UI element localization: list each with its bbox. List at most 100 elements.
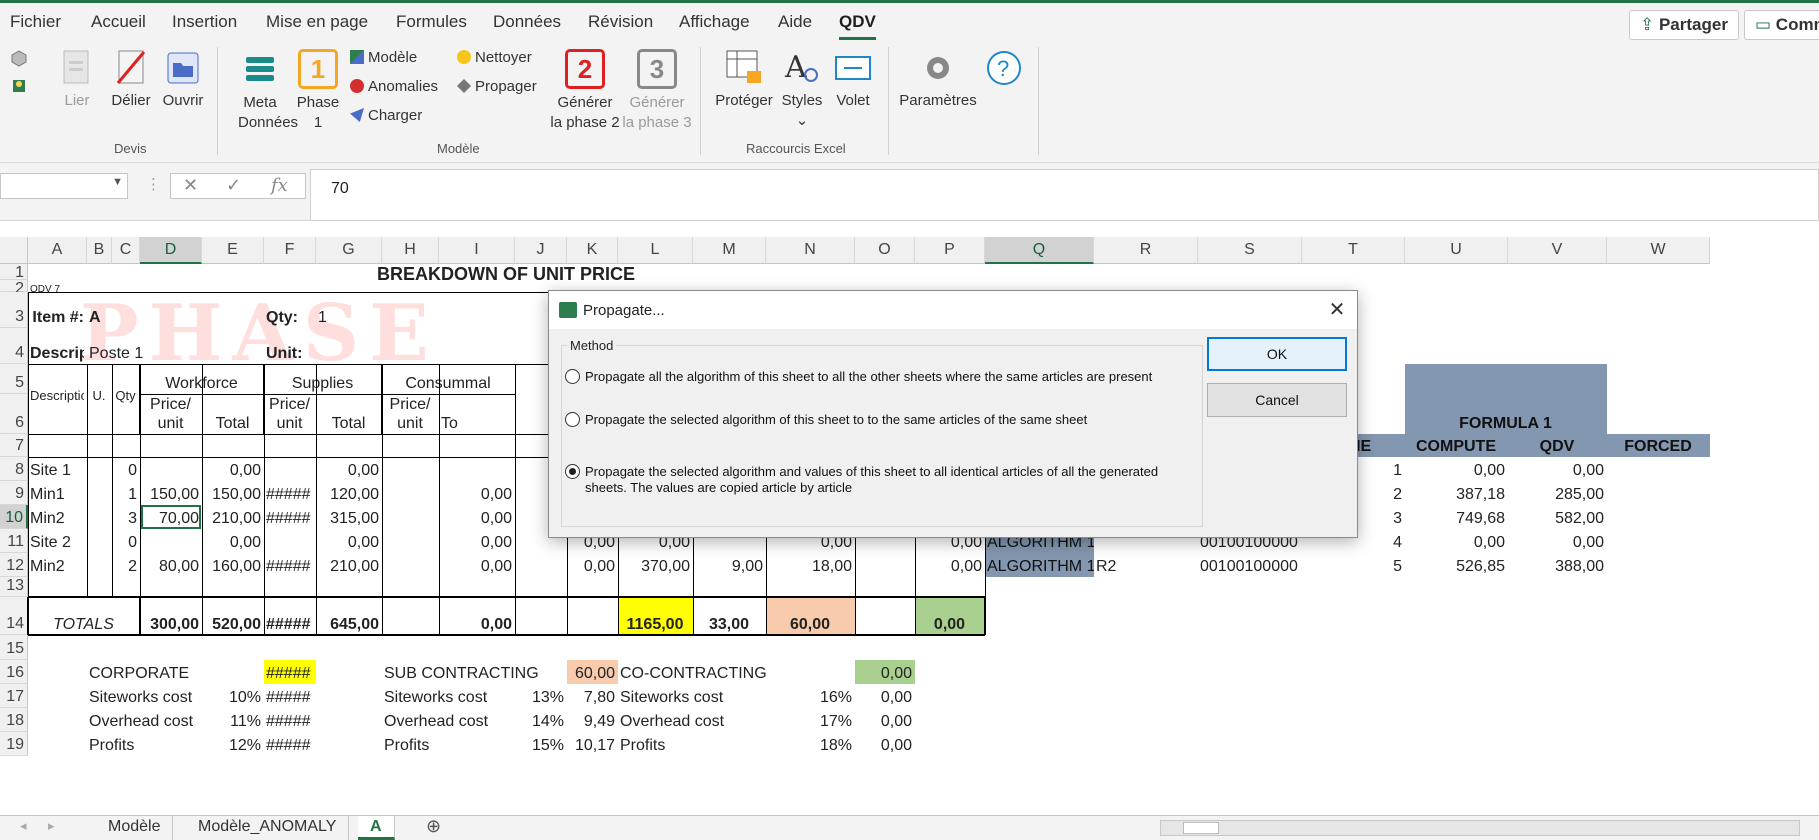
totals-i[interactable]: 0,00	[384, 597, 512, 635]
corporate-val[interactable]: #####	[266, 708, 313, 732]
profits-label[interactable]: Profits	[89, 732, 199, 756]
row-qdv[interactable]: 0,00	[1510, 457, 1604, 481]
person-icon[interactable]	[10, 77, 28, 101]
subcontracting-value[interactable]: 60,00	[567, 660, 618, 684]
corporate-val[interactable]: #####	[266, 732, 313, 756]
share-button[interactable]: ⇪ Partager	[1629, 10, 1739, 40]
total-header[interactable]: Total	[318, 394, 379, 434]
forced-header[interactable]: FORCED	[1607, 434, 1710, 457]
item-label[interactable]: Item #:	[30, 292, 84, 328]
row-qdv[interactable]: 388,00	[1510, 553, 1604, 577]
column-header-h[interactable]: H	[382, 237, 439, 264]
select-all-corner[interactable]	[0, 237, 28, 264]
row-header-3[interactable]: 3	[0, 292, 28, 328]
row-header-15[interactable]: 15	[0, 635, 28, 660]
row-description[interactable]: Min1	[30, 481, 84, 505]
menu-revision[interactable]: Révision	[588, 12, 653, 32]
column-header-p[interactable]: P	[915, 237, 985, 264]
row-qty[interactable]: 3	[114, 505, 137, 529]
column-header-g[interactable]: G	[316, 237, 382, 264]
row-consummables-total[interactable]: 0,00	[384, 553, 512, 577]
row-workforce-total[interactable]: 150,00	[204, 481, 261, 505]
cancel-icon[interactable]: ✕	[183, 175, 198, 196]
tab-scroll-left-icon[interactable]: ◂	[20, 818, 27, 834]
consummables-header[interactable]: Consummal	[384, 364, 512, 394]
row-qdv[interactable]: 582,00	[1510, 505, 1604, 529]
column-header-m[interactable]: M	[693, 237, 766, 264]
row-compute[interactable]: 526,85	[1407, 553, 1505, 577]
row-line[interactable]: 5	[1304, 553, 1402, 577]
proteger-button[interactable]: Protéger	[714, 49, 774, 111]
radio-option3[interactable]	[565, 464, 580, 479]
row-header-18[interactable]: 18	[0, 708, 28, 732]
item-value[interactable]: A	[89, 292, 109, 328]
column-header-d[interactable]: D	[140, 237, 202, 264]
row-r[interactable]: R2	[1096, 553, 1195, 577]
row-workforce-price[interactable]	[142, 529, 199, 553]
phase1-button[interactable]: 1 Phase 1	[296, 49, 340, 133]
u-header[interactable]: U.	[89, 364, 109, 434]
option-propagate-same-sheet[interactable]: Propagate the selected algorithm of this…	[565, 412, 1165, 428]
column-header-w[interactable]: W	[1607, 237, 1710, 264]
ok-button[interactable]: OK	[1207, 337, 1347, 371]
row-compute[interactable]: 0,00	[1407, 529, 1505, 553]
cancel-button[interactable]: Cancel	[1207, 383, 1347, 417]
menu-fichier[interactable]: Fichier	[10, 12, 61, 32]
row-header-5[interactable]: 5	[0, 364, 28, 394]
row-qty[interactable]: 0	[114, 529, 137, 553]
row-n[interactable]: 18,00	[768, 553, 852, 577]
meta-donnees-button[interactable]: Meta Données	[238, 51, 298, 133]
overhead-label[interactable]: Overhead cost	[384, 708, 512, 732]
column-header-q[interactable]: Q	[985, 237, 1094, 264]
corporate-value[interactable]: #####	[264, 660, 316, 684]
row-qdv[interactable]: 285,00	[1510, 481, 1604, 505]
anomalies-item[interactable]: Anomalies	[350, 78, 438, 95]
totals-d[interactable]: 300,00	[142, 597, 199, 635]
row-header-12[interactable]: 12	[0, 553, 28, 577]
menu-mise-en-page[interactable]: Mise en page	[266, 12, 368, 32]
menu-donnees[interactable]: Données	[493, 12, 561, 32]
row-header-7[interactable]: 7	[0, 434, 28, 457]
horizontal-scrollbar[interactable]	[1160, 820, 1800, 836]
column-header-b[interactable]: B	[87, 237, 112, 264]
overhead-label[interactable]: Overhead cost	[620, 708, 763, 732]
row-header-19[interactable]: 19	[0, 732, 28, 756]
menu-formules[interactable]: Formules	[396, 12, 467, 32]
siteworks-label[interactable]: Siteworks cost	[89, 684, 199, 708]
cocontracting-val[interactable]: 0,00	[857, 732, 912, 756]
cocontracting-val[interactable]: 0,00	[857, 708, 912, 732]
column-header-s[interactable]: S	[1198, 237, 1302, 264]
corporate-pct[interactable]: 12%	[204, 732, 261, 756]
menu-aide[interactable]: Aide	[778, 12, 812, 32]
row-header-13[interactable]: 13	[0, 577, 28, 597]
corporate-pct[interactable]: 10%	[204, 684, 261, 708]
row-compute[interactable]: 0,00	[1407, 457, 1505, 481]
row-workforce-price[interactable]: 80,00	[142, 553, 199, 577]
qty-label[interactable]: Qty:	[266, 292, 313, 328]
qty-header[interactable]: Qty	[114, 364, 137, 434]
lier-button[interactable]: Lier	[58, 49, 96, 111]
subcontracting-val[interactable]: 10,17	[569, 732, 615, 756]
subcontracting-label[interactable]: SUB CONTRACTING	[384, 660, 564, 684]
nettoyer-item[interactable]: Nettoyer	[457, 49, 532, 66]
row-sk[interactable]: 00100100000	[1200, 553, 1299, 577]
row-supplies-total[interactable]: 0,00	[318, 457, 379, 481]
subcontracting-val[interactable]: 9,49	[569, 708, 615, 732]
totals-n[interactable]: 60,00	[766, 597, 855, 635]
row-qty[interactable]: 0	[114, 457, 137, 481]
supplies-header[interactable]: Supplies	[266, 364, 379, 394]
row-consummables-total[interactable]: 0,00	[384, 505, 512, 529]
row-description[interactable]: Min2	[30, 505, 84, 529]
sheet-title[interactable]: BREAKDOWN OF UNIT PRICE	[30, 264, 982, 280]
volet-button[interactable]: Volet	[832, 49, 874, 111]
subcontracting-pct[interactable]: 13%	[517, 684, 564, 708]
option-propagate-all[interactable]: Propagate all the algorithm of this shee…	[565, 369, 1165, 385]
row-qty[interactable]: 1	[114, 481, 137, 505]
price-unit-header[interactable]: Price/	[142, 394, 199, 414]
siteworks-label[interactable]: Siteworks cost	[384, 684, 512, 708]
row-workforce-total[interactable]: 160,00	[204, 553, 261, 577]
row-supplies-price[interactable]	[266, 529, 313, 553]
description-header[interactable]: Description:	[30, 364, 84, 434]
column-header-t[interactable]: T	[1302, 237, 1405, 264]
row-supplies-total[interactable]: 210,00	[318, 553, 379, 577]
